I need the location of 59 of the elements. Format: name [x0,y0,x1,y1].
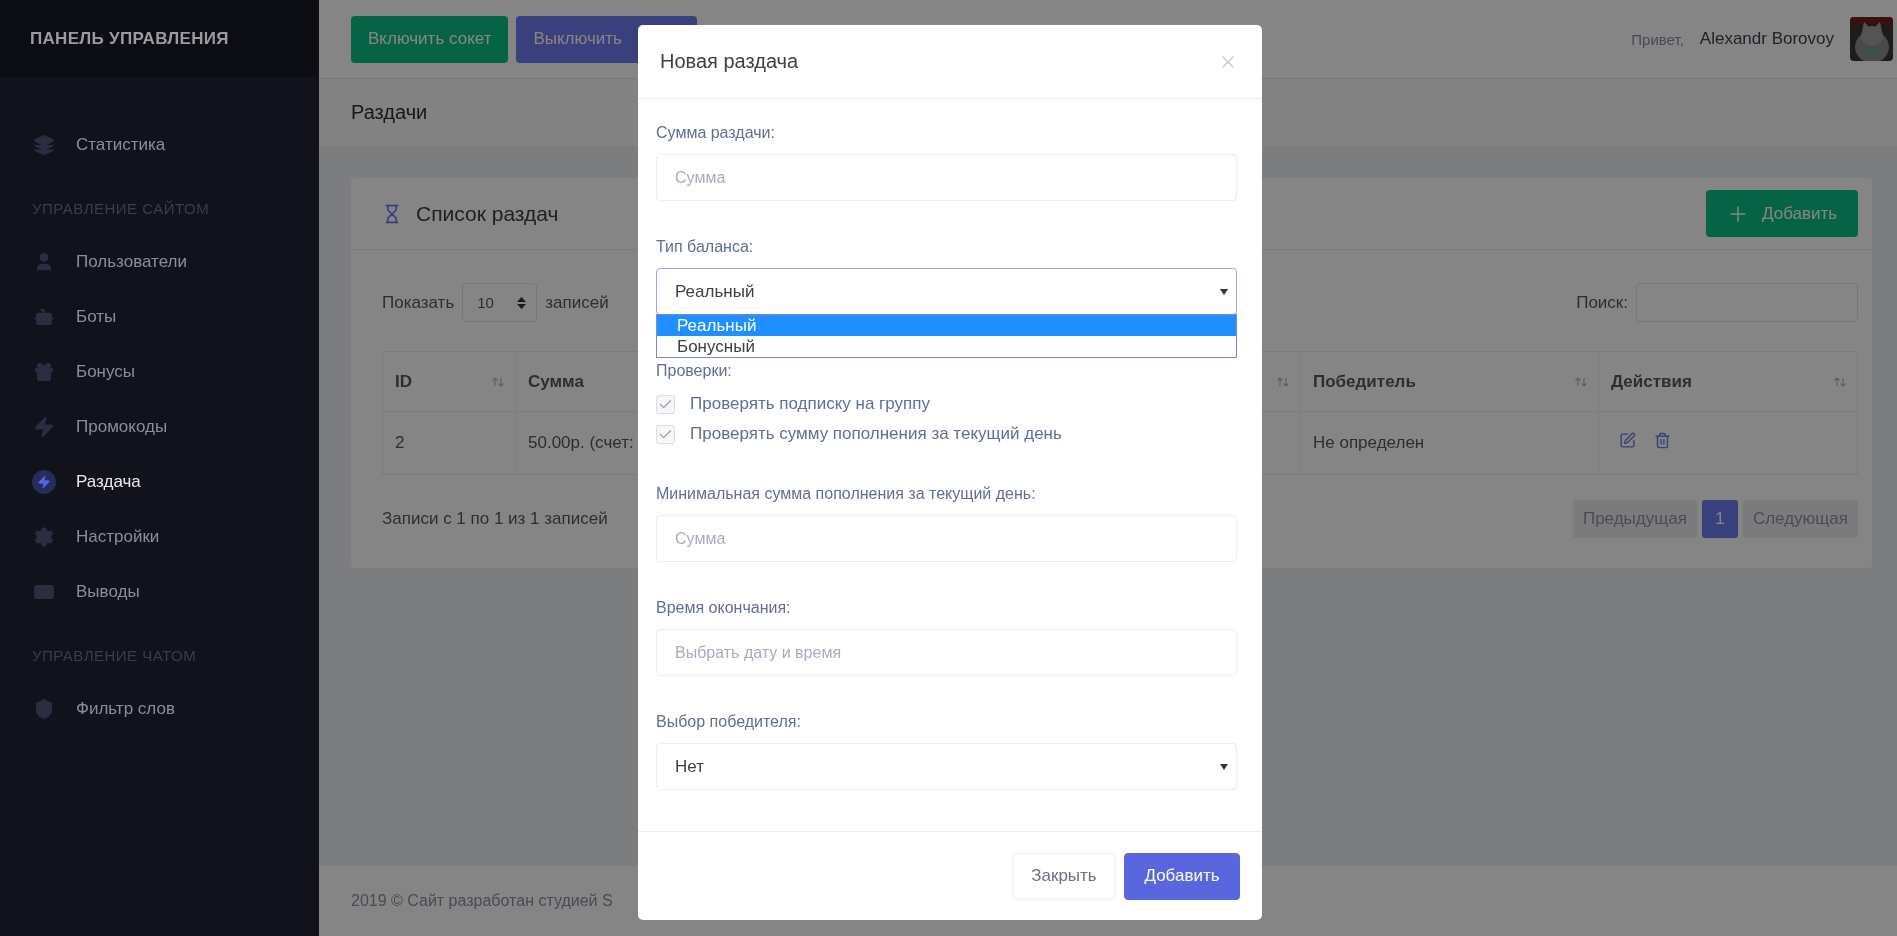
edit-icon[interactable] [1619,432,1636,449]
field-label: Время окончания: [656,598,792,618]
app-title: ПАНЕЛЬ УПРАВЛЕНИЯ [30,28,229,49]
page-title: Раздачи [351,101,428,124]
field-label: Выбор победителя: [656,712,802,732]
footer-text: 2019 © Сайт разработан студией S [351,892,613,910]
layers-icon [32,132,56,157]
greeting: Привет, [1631,30,1684,48]
table-cell: 50.00р. (счет: [528,433,634,452]
sidebar-item[interactable]: Статистика [0,117,319,172]
column-header[interactable]: Победитель [1313,371,1416,391]
field-label: Сумма раздачи: [656,123,776,143]
caret-icon [1220,288,1228,295]
length-label: Показать [382,292,455,313]
sidebar-item[interactable]: Выводы [0,564,319,619]
checkbox-label: Проверять подписку на группу [690,394,930,414]
page-button[interactable]: 1 [1701,500,1738,538]
sort-icon[interactable] [1833,377,1847,387]
user-name[interactable]: Alexandr Borovoy [1699,29,1834,49]
submit-button[interactable]: Добавить [1124,852,1240,900]
gear-icon [32,524,56,549]
updown-arrows-icon [517,295,527,310]
page-length-select[interactable]: 10 [462,283,538,322]
field-label: Минимальная сумма пополнения за текущий день: [656,484,1037,504]
sidebar-item[interactable]: Настройки [0,509,319,564]
column-header[interactable]: ID [395,371,412,391]
trash-icon[interactable] [1654,432,1671,449]
checkbox[interactable] [656,394,675,414]
dropdown-option[interactable]: Реальный [657,315,1236,336]
sort-icon[interactable] [491,377,505,387]
select-field[interactable]: Нет [656,743,1237,790]
search-label: Поиск: [1576,292,1628,313]
sort-icon[interactable] [1574,377,1588,387]
sidebar-item[interactable]: Бонусы [0,344,319,399]
input-field[interactable]: Выбрать дату и время [656,629,1237,676]
table-cell: 2 [395,433,405,452]
sort-icon[interactable] [1276,377,1290,387]
checkbox[interactable] [656,424,675,444]
caret-icon [1220,763,1228,770]
sidebar-item[interactable]: Боты [0,289,319,344]
hourglass-icon [382,203,402,224]
table-cell: Не определен [1313,433,1425,452]
sidebar-item[interactable]: Фильтр слов [0,681,319,736]
field-label: Тип баланса: [656,237,755,257]
sidebar-item[interactable]: Пользователи [0,234,319,289]
length-label: записей [545,292,609,313]
checkbox-label: Проверять сумму пополнения за текущий день [690,424,1062,444]
table-info: Записи с 1 по 1 из 1 записей [382,509,608,529]
sidebar-item[interactable]: Промокоды [0,399,319,454]
input-field[interactable]: Сумма [656,515,1237,562]
lightning-icon [32,414,56,439]
input-field[interactable]: Сумма [656,154,1237,201]
card-title: Список раздач [416,201,559,226]
field-label: Проверки: [656,361,733,381]
column-header[interactable]: Действия [1611,371,1692,391]
column-header[interactable]: Сумма [528,371,584,391]
lightning-icon [32,469,56,494]
sidebar-item[interactable]: Раздача [0,454,319,509]
close-button[interactable]: Закрыть [1012,852,1116,900]
